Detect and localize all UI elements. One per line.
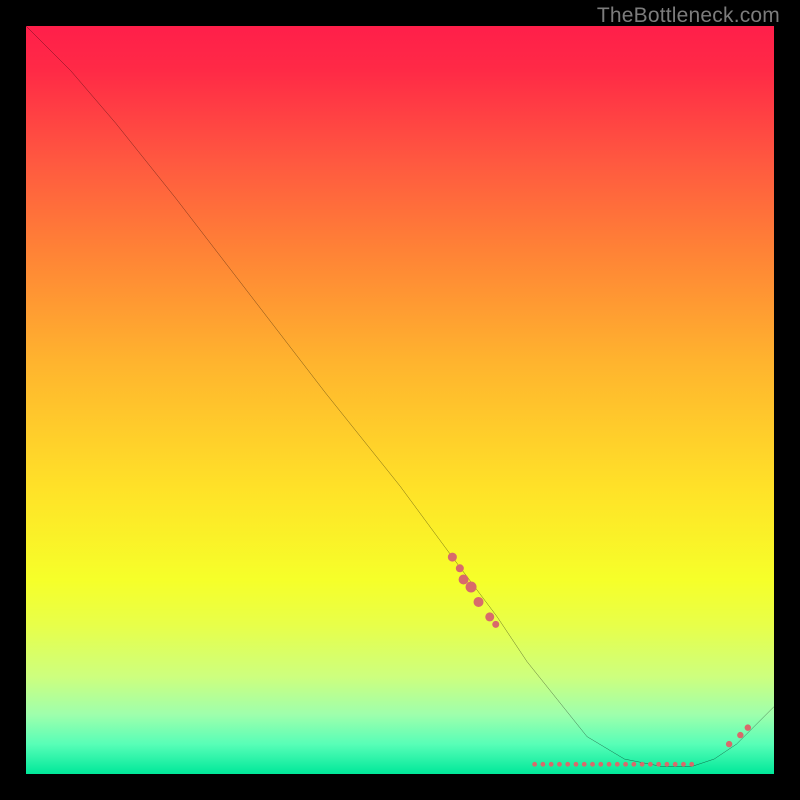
chart-plot-area [26,26,774,774]
data-point [737,732,743,738]
data-point [541,762,546,767]
data-point [726,741,732,747]
data-point [673,762,678,767]
data-point [549,762,554,767]
data-point [456,564,464,572]
data-point [656,762,661,767]
data-point [492,621,499,628]
data-point [623,762,628,767]
data-point [598,762,603,767]
data-point [582,762,587,767]
data-point [466,582,477,593]
data-point [459,575,469,585]
data-point [557,762,562,767]
data-point [565,762,570,767]
data-point [607,762,612,767]
chart-stage: TheBottleneck.com [0,0,800,800]
data-point [474,597,484,607]
data-point [532,762,537,767]
data-point [448,553,457,562]
data-point [681,762,686,767]
data-point [574,762,579,767]
curve-line [26,26,774,767]
data-point [590,762,595,767]
data-point [615,762,620,767]
data-point [745,724,751,730]
data-point [648,762,653,767]
data-point [689,762,694,767]
data-point [631,762,636,767]
watermark-text: TheBottleneck.com [597,4,780,28]
data-point [640,762,645,767]
data-point [665,762,670,767]
chart-svg [26,26,774,774]
data-point [485,612,494,621]
